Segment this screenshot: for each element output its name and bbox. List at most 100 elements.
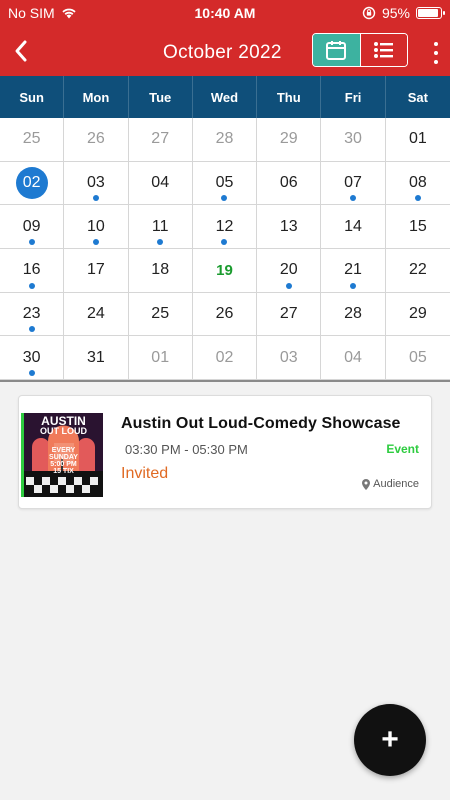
calendar-day-cell[interactable]: 04 — [321, 336, 386, 380]
event-indicator-dot — [157, 239, 164, 245]
calendar-day-cell[interactable]: 14 — [321, 205, 386, 249]
calendar-day-cell[interactable]: 27 — [257, 292, 322, 337]
calendar-day-cell[interactable]: 28 — [321, 292, 386, 337]
calendar-day-cell[interactable]: 21 — [321, 249, 386, 293]
day-number: 30 — [22, 348, 41, 366]
calendar-day-cell[interactable]: 23 — [0, 292, 65, 337]
calendar-day-cell[interactable]: 22 — [385, 249, 450, 293]
day-number: 24 — [87, 304, 105, 322]
list-view-button[interactable] — [359, 34, 407, 66]
day-number: 19 — [216, 261, 233, 279]
event-location: Audience — [362, 478, 419, 490]
calendar-day-cell[interactable]: 17 — [64, 249, 129, 293]
event-title: Austin Out Loud-Comedy Showcase — [121, 415, 401, 432]
calendar-day-cell[interactable]: 12 — [192, 205, 258, 249]
calendar-day-cell[interactable]: 24 — [64, 292, 129, 337]
day-number: 26 — [87, 130, 105, 148]
calendar-icon — [326, 41, 347, 60]
day-number: 18 — [151, 261, 170, 279]
event-indicator-dot — [28, 282, 35, 289]
calendar-day-cell[interactable]: 07 — [321, 161, 386, 206]
weekday-label: Mon — [64, 76, 129, 118]
poster-line5: 5:00 PM — [50, 461, 77, 468]
day-number: 26 — [215, 304, 234, 322]
calendar-day-cell[interactable]: 25 — [0, 118, 65, 162]
calendar-day-cell[interactable]: 04 — [128, 161, 193, 206]
calendar-day-cell[interactable]: 29 — [385, 293, 450, 337]
calendar-view-button[interactable] — [313, 34, 360, 66]
calendar-grid: 25 26 27 28 29 30 01 02 03 04 05 06 07 08 09 10 11 12 13 14… — [0, 118, 450, 380]
day-number: 22 — [408, 261, 427, 279]
calendar-day-cell[interactable]: 01 — [128, 336, 193, 380]
calendar-day-cell[interactable]: 09 — [0, 205, 65, 249]
day-number: 17 — [87, 261, 105, 279]
event-indicator-dot — [92, 239, 99, 245]
calendar-day-cell[interactable]: 03 — [257, 336, 322, 380]
event-indicator-dot — [414, 195, 421, 202]
event-indicator-dot — [28, 370, 35, 376]
calendar-day-cell[interactable]: 02 — [0, 161, 65, 206]
poster-line3: EVERY — [51, 447, 76, 454]
weekday-label: Tue — [129, 76, 193, 118]
battery-percent: 95% — [381, 5, 410, 21]
day-number: 13 — [279, 217, 298, 235]
day-number: 31 — [87, 348, 105, 366]
event-thumbnail: AUSTIN OUT LOUD EVERY SUNDAY 5:00 PM 15 … — [21, 413, 103, 497]
chevron-left-icon — [15, 40, 27, 62]
weekday-label: Thu — [257, 76, 322, 118]
poster-line4: SUNDAY — [49, 454, 78, 461]
calendar-day-cell[interactable]: 02 — [192, 336, 258, 380]
calendar-day-cell[interactable]: 16 — [0, 249, 65, 293]
calendar-day-cell[interactable]: 06 — [257, 161, 322, 206]
more-dot — [434, 42, 438, 46]
location-pin-icon — [362, 478, 371, 490]
calendar-day-cell[interactable]: 25 — [128, 292, 193, 337]
calendar-day-cell[interactable]: 30 — [321, 118, 386, 162]
calendar-day-cell[interactable]: 01 — [385, 118, 450, 162]
event-indicator-dot — [285, 282, 292, 289]
day-number: 08 — [408, 173, 427, 191]
calendar-day-cell[interactable]: 26 — [64, 118, 129, 162]
calendar-day-cell[interactable]: 20 — [257, 249, 322, 293]
day-number: 15 — [408, 217, 427, 235]
calendar-day-cell[interactable]: 27 — [128, 118, 193, 162]
calendar-day-cell[interactable]: 18 — [128, 249, 193, 293]
list-icon — [373, 42, 393, 58]
calendar-day-cell[interactable]: 29 — [257, 118, 322, 162]
battery-icon — [416, 7, 445, 19]
calendar-day-cell[interactable]: 10 — [64, 205, 129, 249]
calendar-day-cell[interactable]: 15 — [385, 205, 450, 249]
event-indicator-dot — [28, 326, 35, 333]
calendar-day-cell[interactable]: 03 — [64, 161, 129, 206]
event-indicator-dot — [221, 195, 228, 202]
calendar-day-cell[interactable]: 05 — [192, 161, 258, 206]
day-number: 29 — [408, 304, 427, 322]
day-number: 29 — [279, 130, 298, 148]
event-card[interactable]: AUSTIN OUT LOUD EVERY SUNDAY 5:00 PM 15 … — [18, 395, 432, 509]
day-number: 02 — [22, 173, 41, 191]
calendar-day-cell[interactable]: 26 — [192, 292, 258, 337]
weekday-label: Wed — [193, 76, 258, 118]
orientation-lock-icon — [362, 6, 376, 20]
calendar-day-cell[interactable]: 11 — [128, 205, 193, 249]
day-number: 04 — [151, 173, 170, 191]
calendar-day-cell[interactable]: 05 — [385, 336, 450, 380]
day-number: 03 — [87, 173, 105, 191]
calendar-day-cell[interactable]: 31 — [64, 336, 129, 380]
poster-title-line2: OUT LOUD — [40, 426, 87, 436]
event-type-label: Event — [386, 442, 419, 456]
day-number: 20 — [279, 261, 298, 279]
weekday-label: Sat — [407, 89, 428, 105]
calendar-day-cell[interactable]: 19 — [192, 249, 258, 293]
status-bar: No SIM 10:40 AM 95% — [0, 0, 450, 26]
calendar-day-cell[interactable]: 30 — [0, 336, 65, 380]
add-event-button[interactable]: + — [354, 704, 426, 776]
more-options-button[interactable] — [430, 42, 442, 64]
calendar-day-cell[interactable]: 28 — [192, 118, 258, 162]
back-button[interactable] — [6, 34, 36, 68]
day-number: 02 — [215, 348, 234, 366]
weekday-header: Sun Mon Tue Wed Thu Fri Sat — [0, 76, 450, 118]
calendar-day-cell[interactable]: 13 — [257, 205, 322, 249]
calendar-day-cell[interactable]: 08 — [385, 162, 450, 206]
event-status: Invited — [121, 465, 169, 482]
